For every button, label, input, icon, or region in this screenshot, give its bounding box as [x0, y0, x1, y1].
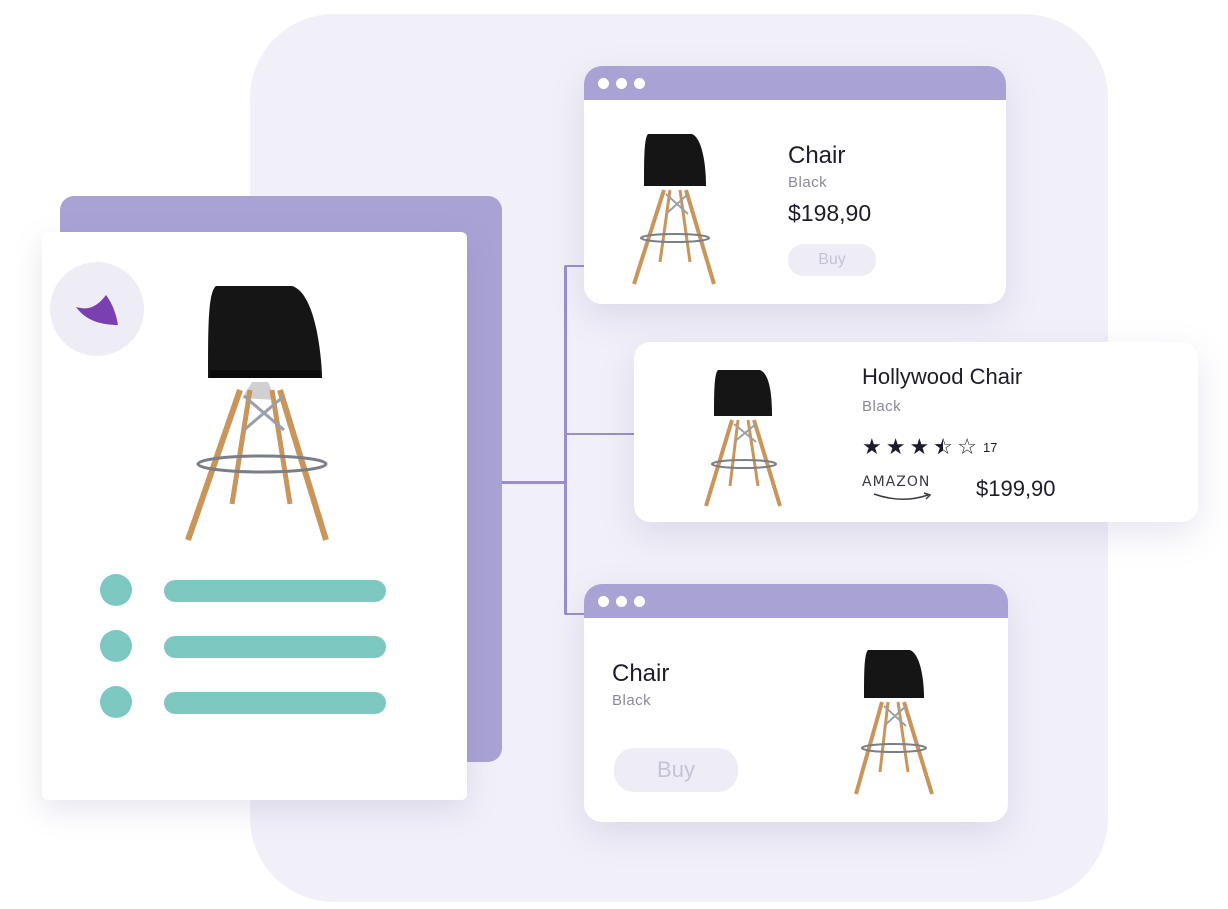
window-dot-icon	[634, 78, 645, 89]
window-title-bar	[584, 584, 1008, 618]
star-empty-icon: ☆	[957, 434, 977, 459]
amazon-smile-icon	[873, 492, 932, 500]
retailer-name: AMAZON	[862, 474, 931, 490]
product-title: Chair	[788, 142, 846, 169]
star-full-icon: ★	[862, 434, 882, 459]
product-title: Chair	[612, 660, 670, 687]
window-dot-icon	[598, 596, 609, 607]
product-title: Hollywood Chair	[862, 364, 1023, 389]
connector-line	[500, 481, 566, 484]
chair-icon	[180, 278, 350, 553]
window-dot-icon	[616, 596, 627, 607]
star-full-icon: ★	[885, 434, 906, 459]
buy-button[interactable]: Buy	[614, 748, 738, 792]
chair-icon	[854, 650, 934, 795]
connector-line	[566, 613, 586, 615]
spec-placeholder-bar	[164, 580, 386, 602]
review-count: 17	[982, 439, 998, 455]
check-dot-icon	[100, 574, 132, 606]
spec-placeholder-bar	[164, 692, 386, 714]
product-price: $198,90	[788, 200, 872, 226]
check-dot-icon	[100, 686, 132, 718]
star-half-icon: ☆ ★	[933, 434, 953, 459]
product-color: Black	[788, 174, 828, 191]
chair-icon	[704, 370, 782, 507]
window-dot-icon	[634, 596, 645, 607]
buy-button[interactable]: Buy	[788, 244, 876, 276]
window-dot-icon	[598, 78, 609, 89]
brand-logo-icon	[76, 295, 118, 325]
window-dot-icon	[616, 78, 627, 89]
connector-line	[566, 433, 636, 435]
connector-line	[564, 265, 567, 615]
product-color: Black	[862, 398, 902, 415]
connector-line	[566, 265, 586, 267]
product-card-featured: Hollywood Chair Black ★ ★ ★ ☆ ★ ☆ 17 AMAZ…	[634, 342, 1198, 522]
product-card-top: Chair Black $198,90 Buy	[584, 66, 1006, 304]
star-full-icon: ★	[909, 434, 930, 459]
product-price: $199,90	[976, 476, 1056, 501]
product-color: Black	[612, 692, 652, 709]
spec-placeholder-bar	[164, 636, 386, 658]
brand-logo-badge	[50, 262, 144, 356]
star-rating: ★ ★ ★ ☆ ★ ☆ 17	[862, 434, 997, 460]
product-card-bottom: Chair Black Buy	[584, 584, 1008, 822]
chair-icon	[632, 134, 716, 285]
check-dot-icon	[100, 630, 132, 662]
window-title-bar	[584, 66, 1006, 100]
amazon-logo: AMAZON	[862, 474, 952, 508]
